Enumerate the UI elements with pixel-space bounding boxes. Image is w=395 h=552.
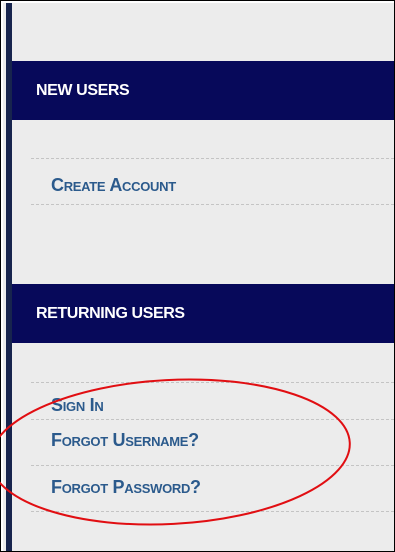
divider — [31, 158, 394, 159]
new-users-heading: NEW USERS — [12, 61, 394, 120]
forgot-password-link[interactable]: Forgot Password? — [51, 477, 201, 498]
divider — [31, 382, 394, 383]
divider — [31, 465, 394, 466]
returning-users-heading-text: RETURNING USERS — [36, 304, 185, 322]
forgot-username-link[interactable]: Forgot Username? — [51, 430, 199, 451]
sidebar-frame: NEW USERS Create Account RETURNING USERS… — [0, 0, 395, 552]
account-sidebar: NEW USERS Create Account RETURNING USERS… — [3, 3, 394, 551]
divider — [31, 204, 394, 205]
divider — [31, 511, 394, 512]
divider — [31, 419, 394, 420]
returning-users-heading: RETURNING USERS — [12, 284, 394, 343]
new-users-heading-text: NEW USERS — [36, 81, 130, 99]
sign-in-link[interactable]: Sign In — [51, 395, 104, 416]
create-account-link[interactable]: Create Account — [51, 175, 176, 196]
